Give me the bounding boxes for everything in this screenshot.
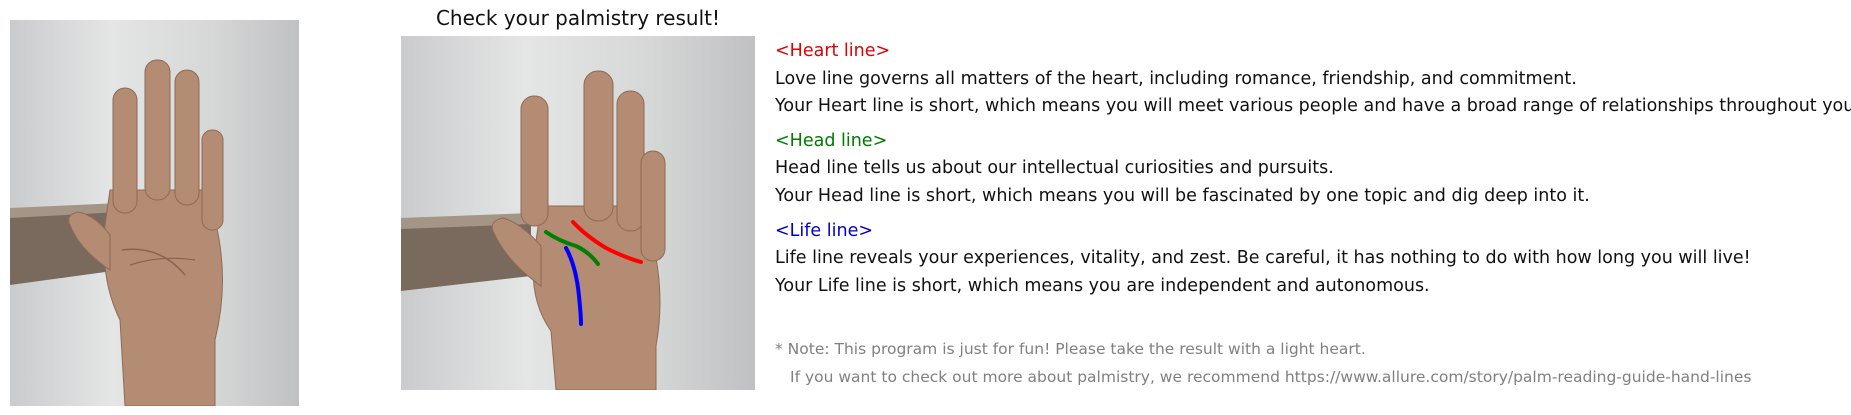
heart-line-result: Your Heart line is short, which means yo…	[775, 96, 1851, 116]
palmistry-link-text: If you want to check out more about palm…	[790, 368, 1752, 386]
heart-line-header: <Heart line>	[775, 41, 891, 61]
result-hand-photo	[401, 36, 755, 390]
head-line-header: <Head line>	[775, 131, 888, 151]
head-line-result: Your Head line is short, which means you…	[775, 186, 1590, 206]
page-title: Check your palmistry result!	[435, 6, 721, 30]
life-line-result: Your Life line is short, which means you…	[775, 276, 1430, 296]
note-text: * Note: This program is just for fun! Pl…	[775, 340, 1366, 358]
head-line-description: Head line tells us about our intellectua…	[775, 158, 1334, 178]
original-hand-photo	[10, 20, 299, 406]
heart-line-description: Love line governs all matters of the hea…	[775, 69, 1577, 89]
life-line-description: Life line reveals your experiences, vita…	[775, 248, 1751, 268]
life-line-header: <Life line>	[775, 221, 874, 241]
